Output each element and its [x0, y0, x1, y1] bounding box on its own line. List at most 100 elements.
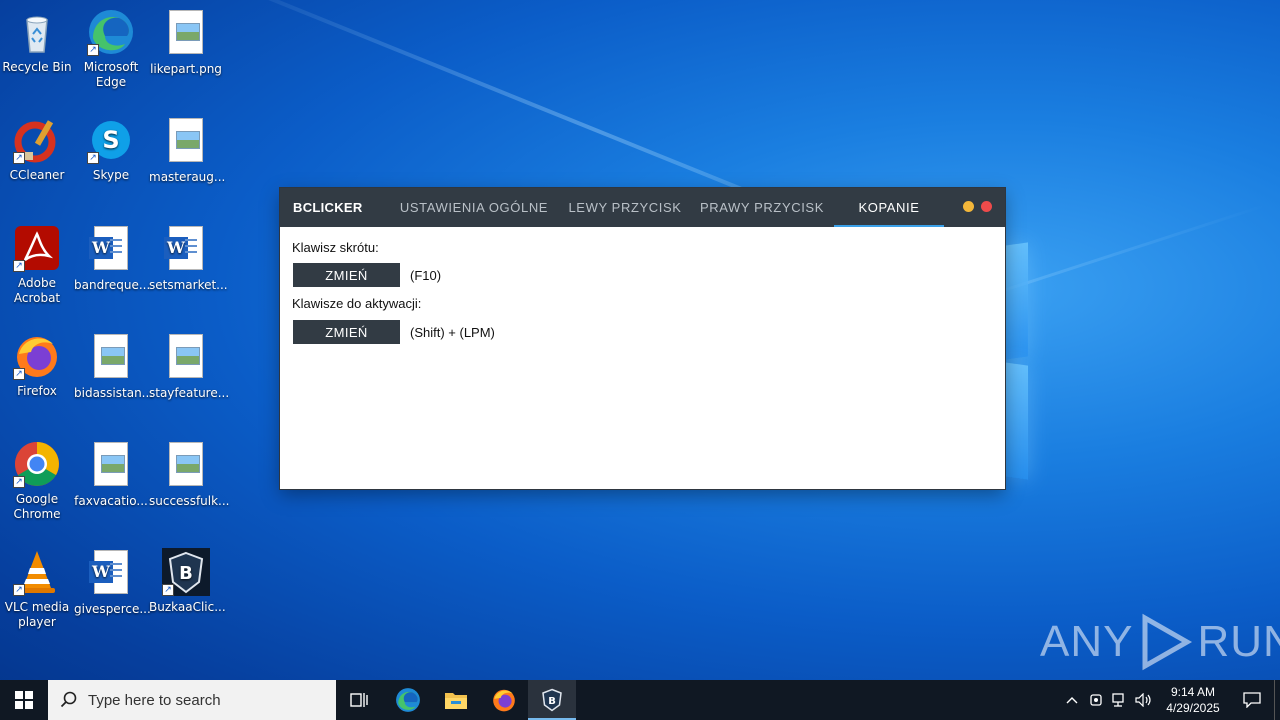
shortcut-arrow-icon: ↗ — [13, 368, 25, 380]
activation-keys-value: (Shift) + (LPM) — [410, 324, 495, 340]
buzkaa-clicker-icon: B ↗ — [162, 548, 210, 596]
search-icon — [60, 691, 77, 708]
anyrun-watermark: ANY RUN — [1040, 612, 1280, 672]
taskbar: Type here to search B 9:14 AM 4/29/2025 — [0, 680, 1280, 720]
watermark-text: ANY — [1040, 617, 1134, 666]
clock-date: 4/29/2025 — [1166, 701, 1220, 715]
speaker-icon — [1135, 693, 1151, 707]
taskbar-file-explorer-button[interactable] — [432, 680, 480, 720]
word-file-icon: W — [87, 226, 135, 274]
firefox-icon: ↗ — [13, 332, 61, 380]
taskbar-buzkaa-clicker-button[interactable]: B — [528, 680, 576, 720]
desktop-icon-recycle-bin[interactable]: Recycle Bin — [0, 8, 74, 75]
minimize-button[interactable] — [963, 201, 974, 212]
shortcut-arrow-icon: ↗ — [13, 476, 25, 488]
desktop-icon-label: Firefox — [17, 384, 57, 398]
change-hotkey-button[interactable]: ZMIEŃ — [293, 263, 400, 287]
task-view-icon — [350, 693, 368, 707]
tray-app-icon — [1090, 694, 1102, 706]
show-desktop-button[interactable] — [1274, 680, 1280, 720]
desktop-icon-firefox[interactable]: ↗ Firefox — [0, 332, 74, 399]
close-button[interactable] — [981, 201, 992, 212]
tab-right-button[interactable]: PRAWY PRZYCISK — [690, 188, 834, 227]
desktop-icon-masteraug[interactable]: masteraug... — [149, 116, 226, 185]
acrobat-icon: ↗ — [13, 224, 61, 272]
system-tray: 9:14 AM 4/29/2025 — [1060, 680, 1280, 720]
search-placeholder: Type here to search — [88, 691, 221, 709]
hotkey-label: Klawisz skrótu: — [292, 240, 379, 255]
app-titlebar[interactable]: BCLICKER USTAWIENIA OGÓLNE LEWY PRZYCISK… — [280, 188, 1005, 227]
desktop-icon-label: masteraug... — [149, 170, 226, 184]
network-button[interactable] — [1108, 693, 1132, 707]
taskbar-firefox-button[interactable] — [480, 680, 528, 720]
desktop-icon-bandreque[interactable]: W bandreque... — [74, 224, 151, 293]
watermark-text: RUN — [1197, 617, 1280, 666]
shortcut-arrow-icon: ↗ — [162, 584, 174, 596]
desktop-icon-label: givesperce... — [74, 602, 151, 616]
desktop-icon-faxvacatio[interactable]: faxvacatio... — [74, 440, 148, 509]
task-view-button[interactable] — [336, 680, 384, 720]
desktop-icon-setsmarket[interactable]: W setsmarket... — [149, 224, 228, 293]
desktop-icon-label: successfulk... — [149, 494, 230, 508]
desktop-icon-label: faxvacatio... — [74, 494, 148, 508]
taskbar-search-box[interactable]: Type here to search — [48, 680, 336, 720]
word-file-icon: W — [162, 226, 210, 274]
desktop-icon-label: VLC media player — [4, 600, 70, 629]
svg-text:S: S — [102, 126, 119, 154]
show-hidden-icons-button[interactable] — [1060, 696, 1084, 704]
recycle-bin-icon — [13, 8, 61, 56]
edge-icon — [396, 688, 420, 712]
action-center-button[interactable] — [1230, 692, 1274, 708]
image-file-icon — [162, 10, 210, 58]
desktop-icon-bidassistan[interactable]: bidassistan... — [74, 332, 154, 401]
skype-icon: S ↗ — [87, 116, 135, 164]
shortcut-arrow-icon: ↗ — [87, 152, 99, 164]
word-file-icon: W — [87, 550, 135, 598]
play-triangle-icon — [1142, 613, 1193, 671]
network-icon — [1112, 693, 1124, 707]
svg-text:B: B — [548, 696, 556, 707]
tab-general-settings[interactable]: USTAWIENIA OGÓLNE — [388, 188, 560, 227]
desktop-icon-label: bandreque... — [74, 278, 151, 292]
shortcut-arrow-icon: ↗ — [13, 152, 25, 164]
desktop-icon-label: Microsoft Edge — [83, 60, 139, 89]
desktop-icon-successfulk[interactable]: successfulk... — [149, 440, 230, 509]
edge-icon: ↗ — [87, 8, 135, 56]
image-file-icon — [162, 118, 210, 166]
desktop-icon-adobe-acrobat[interactable]: ↗ Adobe Acrobat — [0, 224, 74, 306]
desktop-icon-givesperce[interactable]: W givesperce... — [74, 548, 151, 617]
desktop-icon-label: bidassistan... — [74, 386, 154, 400]
tray-app-button[interactable] — [1084, 693, 1108, 707]
taskbar-edge-button[interactable] — [384, 680, 432, 720]
desktop-icon-skype[interactable]: S ↗ Skype — [74, 116, 148, 183]
shortcut-arrow-icon: ↗ — [13, 260, 25, 272]
desktop-icon-label: BuzkaaClic... — [149, 600, 226, 614]
chrome-icon: ↗ — [13, 440, 61, 488]
shortcut-arrow-icon: ↗ — [87, 44, 99, 56]
tab-mining[interactable]: KOPANIE — [834, 188, 944, 227]
desktop-icon-likepart[interactable]: likepart.png — [149, 8, 223, 77]
desktop-icon-buzkaa-clicker[interactable]: B ↗ BuzkaaClic... — [149, 548, 226, 615]
start-button[interactable] — [0, 680, 48, 720]
clock-time: 9:14 AM — [1170, 685, 1216, 699]
taskbar-clock[interactable]: 9:14 AM 4/29/2025 — [1156, 684, 1230, 716]
desktop-icon-microsoft-edge[interactable]: ↗ Microsoft Edge — [74, 8, 148, 90]
change-activation-keys-button[interactable]: ZMIEŃ — [293, 320, 400, 344]
volume-button[interactable] — [1132, 693, 1156, 707]
desktop-icon-label: Google Chrome — [13, 492, 61, 521]
tab-content: Klawisz skrótu: ZMIEŃ (F10) Klawisze do … — [280, 227, 1005, 365]
tab-left-button[interactable]: LEWY PRZYCISK — [560, 188, 690, 227]
desktop-icon-vlc[interactable]: ↗ VLC media player — [0, 548, 74, 630]
activation-keys-label: Klawisze do aktywacji: — [292, 296, 422, 311]
windows-logo-pane — [1005, 242, 1028, 360]
file-explorer-icon — [445, 693, 467, 709]
desktop-icon-google-chrome[interactable]: ↗ Google Chrome — [0, 440, 74, 522]
desktop-icon-stayfeature[interactable]: stayfeature... — [149, 332, 229, 401]
app-brand: BCLICKER — [293, 200, 363, 215]
chevron-up-icon — [1066, 697, 1078, 704]
notification-icon — [1243, 692, 1261, 708]
shortcut-arrow-icon: ↗ — [13, 584, 25, 596]
vlc-icon: ↗ — [13, 548, 61, 596]
desktop-icon-ccleaner[interactable]: ↗ CCleaner — [0, 116, 74, 183]
bclicker-window: BCLICKER USTAWIENIA OGÓLNE LEWY PRZYCISK… — [280, 188, 1005, 489]
